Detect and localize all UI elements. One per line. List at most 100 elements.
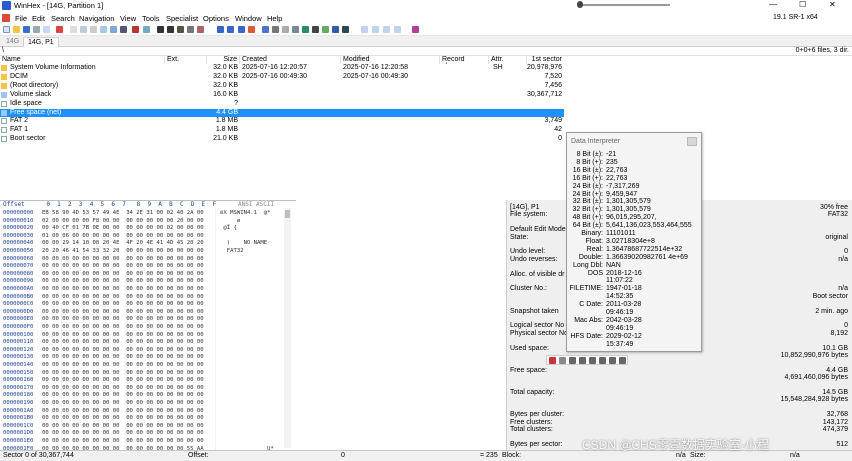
col-created[interactable]: Created	[240, 56, 341, 64]
open-disk-icon[interactable]	[272, 26, 279, 33]
microphone-icon[interactable]	[579, 357, 586, 364]
file-row[interactable]: Idle space?	[0, 100, 564, 108]
hex-offset: 0000001B0	[3, 415, 34, 422]
moon-icon[interactable]	[569, 357, 576, 364]
hex-offset: 0000001C0	[3, 422, 34, 429]
menu-view[interactable]: View	[120, 14, 136, 23]
specialist-icon[interactable]	[412, 26, 419, 33]
col-modified[interactable]: Modified	[341, 56, 440, 64]
properties-icon[interactable]	[43, 26, 50, 33]
template-icon[interactable]	[322, 26, 329, 33]
print-icon[interactable]	[33, 26, 40, 33]
view-icon[interactable]	[361, 26, 368, 33]
copy-icon[interactable]	[80, 26, 87, 33]
file-sector: 7,520	[544, 72, 562, 80]
file-size: 32.0 KB	[213, 72, 238, 80]
col-size[interactable]: Size	[207, 56, 240, 64]
minimize-button[interactable]: —	[769, 0, 777, 9]
hash-icon[interactable]	[302, 26, 309, 33]
hex-bytes: 00 00 00 00 00 00 00 00 00 00 00 00 00 0…	[42, 354, 204, 361]
details-view-icon[interactable]	[394, 26, 401, 33]
go-to-offset-icon[interactable]	[217, 26, 224, 33]
undo-icon[interactable]	[56, 26, 63, 33]
find-replace-icon[interactable]	[197, 26, 204, 33]
forward-arrow-icon[interactable]	[248, 26, 255, 33]
hex-scrollbar-thumb[interactable]	[285, 210, 290, 218]
shirt-icon[interactable]	[609, 357, 616, 364]
col-name[interactable]: Name	[0, 56, 165, 64]
tab-14g[interactable]: 14G	[2, 37, 23, 47]
ram-icon[interactable]	[282, 26, 289, 33]
menu-edit[interactable]: Edit	[32, 14, 45, 23]
file-row[interactable]: (Root directory) 32.0 KB 7,456	[0, 82, 564, 90]
find-again-icon[interactable]	[187, 26, 194, 33]
tab-14g-p1[interactable]: 14G, P1	[23, 37, 59, 47]
file-size: ?	[234, 99, 238, 107]
menu-file[interactable]: File	[15, 14, 27, 23]
cut-icon[interactable]	[70, 26, 77, 33]
tab-bar: 14G 14G, P1	[0, 36, 852, 47]
menu-search[interactable]: Search	[51, 14, 75, 23]
data-interpreter-label: 32 Bit (±):	[572, 198, 603, 206]
analyze-icon[interactable]	[312, 26, 319, 33]
go-to-sector-icon[interactable]	[227, 26, 234, 33]
paste-icon[interactable]	[90, 26, 97, 33]
file-row[interactable]: System Volume Information 32.0 KB 2025-07-…	[0, 64, 564, 72]
zoom-slider-track[interactable]	[580, 4, 670, 6]
save-icon[interactable]	[23, 26, 30, 33]
image-icon[interactable]	[342, 26, 349, 33]
calculator-icon[interactable]	[292, 26, 299, 33]
wrench-icon[interactable]	[619, 357, 626, 364]
data-interpreter-close-button[interactable]	[687, 137, 697, 146]
clone-icon[interactable]	[332, 26, 339, 33]
col-ext[interactable]: Ext.	[165, 56, 207, 64]
data-interpreter-label: 48 Bit (+):	[572, 214, 603, 222]
text-icon[interactable]	[559, 357, 566, 364]
hex-scrollbar[interactable]	[284, 208, 291, 448]
maximize-button[interactable]: ☐	[799, 0, 806, 9]
menu-tools[interactable]: Tools	[142, 14, 160, 23]
template-icon[interactable]	[549, 357, 556, 364]
file-row[interactable]: Boot sector 21.0 KB 0	[0, 135, 564, 143]
info-value: 0	[844, 248, 848, 256]
file-row[interactable]: FAT 1 1.8 MB 42	[0, 126, 564, 134]
file-modified: 2025-07-16 12:20:58	[343, 64, 408, 71]
keyboard-icon[interactable]	[589, 357, 596, 364]
file-row[interactable]: Volume slack 16.0 KB 30,367,712	[0, 91, 564, 99]
hex-bytes: 00 00 00 00 00 00 00 00 00 00 00 00 00 0…	[42, 384, 204, 391]
menu-window[interactable]: Window	[235, 14, 262, 23]
info-label: Undo reverses:	[510, 255, 558, 263]
find-text-icon[interactable]	[143, 26, 150, 33]
col-first-sector[interactable]: 1st sector	[527, 56, 564, 64]
paste-block-icon[interactable]	[110, 26, 117, 33]
status-sector: Sector 0 of 30,367,744	[3, 452, 74, 459]
disk-icon[interactable]	[262, 26, 269, 33]
zoom-slider-knob[interactable]	[577, 1, 583, 8]
find-hex-icon[interactable]	[157, 26, 164, 33]
write-icon[interactable]	[120, 26, 127, 33]
file-row[interactable]: FAT 2 1.8 MB 3,749	[0, 117, 564, 125]
fill-icon[interactable]	[132, 26, 139, 33]
file-row[interactable]: DCIM 32.0 KB 2025-07-16 00:49:30 2025-07-16…	[0, 73, 564, 81]
data-interpreter-window[interactable]: Data Interpreter 8 Bit (±): -21 8 Bit (+):…	[566, 132, 702, 352]
copy-block-icon[interactable]	[100, 26, 107, 33]
menu-options[interactable]: Options	[203, 14, 229, 23]
hex-editor[interactable]: Offset 0 1 2 3 4 5 6 7 8 9 A B C D E F A…	[0, 200, 296, 452]
open-folder-icon[interactable]	[13, 26, 20, 33]
back-arrow-icon[interactable]	[238, 26, 245, 33]
menu-help[interactable]: Help	[267, 14, 282, 23]
replace-hex-icon[interactable]	[177, 26, 184, 33]
close-button[interactable]: ✕	[829, 0, 836, 9]
menu-specialist[interactable]: Specialist	[166, 14, 198, 23]
user-icon[interactable]	[599, 357, 606, 364]
menu-navigation[interactable]: Navigation	[79, 14, 114, 23]
col-record-change[interactable]: Record change	[440, 56, 489, 64]
file-name: DCIM	[10, 72, 28, 80]
grid-view-icon[interactable]	[383, 26, 390, 33]
split-view-icon[interactable]	[372, 26, 379, 33]
file-row[interactable]: Free space (net) 4.4 GB	[0, 108, 564, 117]
col-attr[interactable]: Attr.	[489, 56, 527, 64]
replace-text-icon[interactable]	[167, 26, 174, 33]
new-file-icon[interactable]	[3, 26, 10, 33]
data-interpreter-row: 09:46:19	[569, 309, 699, 317]
